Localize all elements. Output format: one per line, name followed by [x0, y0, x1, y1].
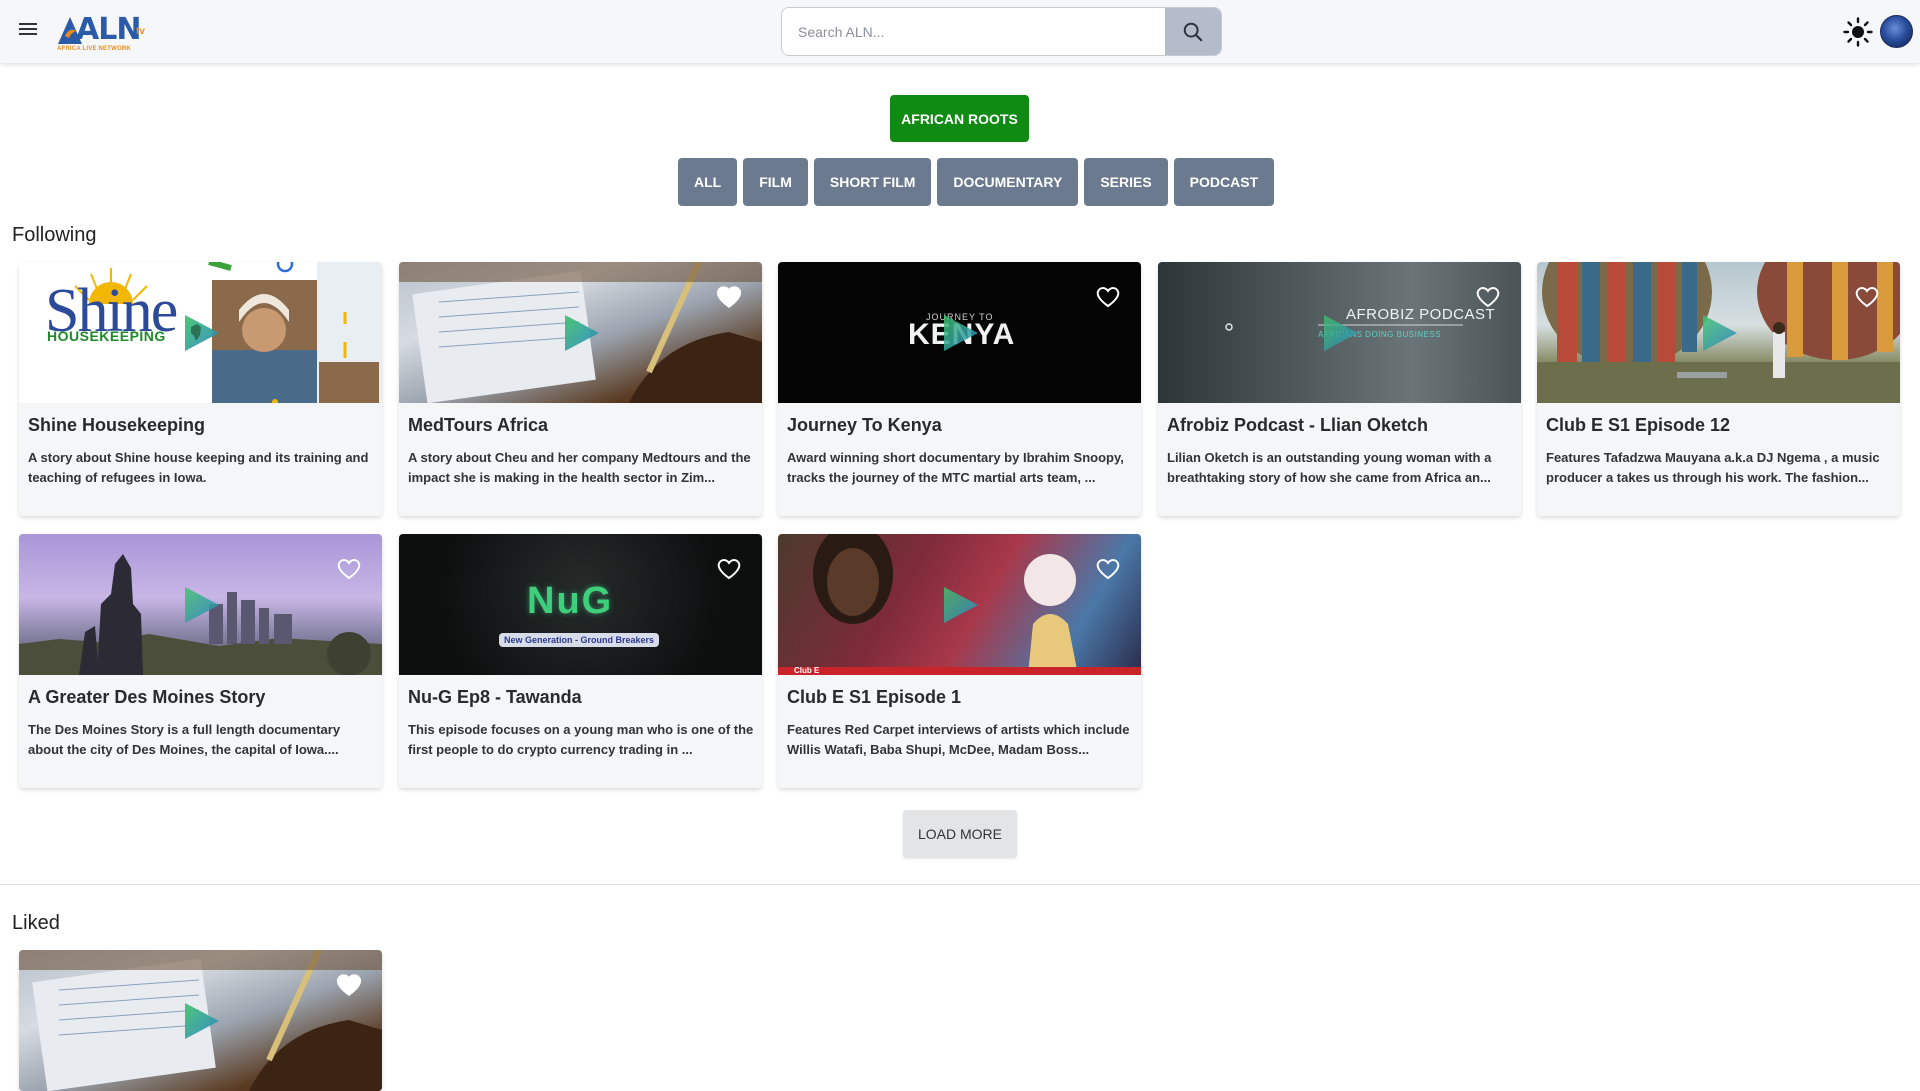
video-description: Features Red Carpet interviews of artist… — [787, 722, 1130, 757]
search-input[interactable] — [782, 8, 1166, 55]
thumbnail-subtitle-text: New Generation - Ground Breakers — [499, 633, 659, 647]
video-card[interactable]: Club E S1 Episode 12 Features Tafadzwa M… — [1537, 262, 1900, 516]
video-card[interactable]: A Greater Des Moines Story The Des Moine… — [19, 534, 382, 788]
avatar[interactable] — [1880, 15, 1913, 48]
play-icon[interactable] — [938, 583, 982, 627]
video-thumbnail: Club E — [778, 534, 1141, 675]
heart-outline-icon[interactable] — [1854, 285, 1880, 309]
video-title[interactable]: Club E S1 Episode 12 — [1546, 415, 1730, 436]
video-title[interactable]: Journey To Kenya — [787, 415, 942, 436]
video-thumbnail — [1537, 262, 1900, 403]
play-icon[interactable] — [559, 311, 603, 355]
top-app-bar: ALN tv AFRICA LIVE NETWORK — [0, 0, 1920, 63]
video-card[interactable]: Shine HOUSEKEEPING Shine Housekeeping A … — [19, 262, 382, 516]
video-description: This episode focuses on a young man who … — [408, 722, 754, 757]
aln-logo[interactable]: ALN tv AFRICA LIVE NETWORK — [54, 12, 154, 52]
category-documentary-button[interactable]: DOCUMENTARY — [937, 158, 1079, 206]
heart-outline-icon[interactable] — [1475, 285, 1501, 309]
video-card[interactable]: JOURNEY TO KENYA Journey To Kenya Award … — [778, 262, 1141, 516]
play-icon[interactable] — [179, 583, 223, 627]
search-button[interactable] — [1165, 8, 1221, 55]
hamburger-icon[interactable] — [16, 20, 40, 44]
category-filter-bar: ALL FILM SHORT FILM DOCUMENTARY SERIES P… — [678, 158, 1275, 206]
category-series-button[interactable]: SERIES — [1084, 158, 1168, 206]
thumbnail-title-text: NuG — [527, 580, 614, 622]
heart-outline-icon[interactable] — [1095, 285, 1121, 309]
video-card[interactable]: MedTours Africa A story about Cheu and h… — [399, 262, 762, 516]
video-description: Features Tafadzwa Mauyana a.k.a DJ Ngema… — [1546, 450, 1880, 485]
play-icon[interactable] — [1697, 311, 1741, 355]
heart-outline-icon[interactable] — [336, 557, 362, 581]
following-section-title: Following — [12, 224, 97, 246]
video-description: The Des Moines Story is a full length do… — [28, 722, 341, 757]
section-divider — [0, 884, 1920, 885]
thumbnail-subtitle-text: Club E — [794, 666, 820, 675]
category-podcast-button[interactable]: PODCAST — [1173, 158, 1275, 206]
thumbnail-title-text: AFROBIZ PODCAST — [1346, 306, 1496, 323]
video-title[interactable]: Shine Housekeeping — [28, 415, 205, 436]
logo-tagline: AFRICA LIVE NETWORK — [57, 46, 131, 52]
category-film-button[interactable]: FILM — [743, 158, 808, 206]
video-title[interactable]: Afrobiz Podcast - Llian Oketch — [1167, 415, 1428, 436]
logo-tld: tv — [136, 26, 145, 37]
video-thumbnail — [399, 262, 762, 403]
video-card[interactable]: AFROBIZ PODCAST AFRICANS DOING BUSINESS … — [1158, 262, 1521, 516]
video-thumbnail: JOURNEY TO KENYA — [778, 262, 1141, 403]
thumbnail-subtitle-text: HOUSEKEEPING — [47, 328, 166, 344]
video-title[interactable]: MedTours Africa — [408, 415, 548, 436]
video-thumbnail: NuG New Generation - Ground Breakers — [399, 534, 762, 675]
search-icon — [1183, 22, 1203, 41]
video-title[interactable]: Nu-G Ep8 - Tawanda — [408, 687, 582, 708]
sun-icon[interactable] — [1843, 17, 1873, 47]
heart-outline-icon[interactable] — [716, 557, 742, 581]
play-icon[interactable] — [1318, 311, 1362, 355]
category-all-button[interactable]: ALL — [678, 158, 738, 206]
african-roots-button[interactable]: AFRICAN ROOTS — [890, 95, 1029, 142]
search-bar — [781, 7, 1222, 56]
video-thumbnail: Shine HOUSEKEEPING — [19, 262, 382, 403]
video-description: Award winning short documentary by Ibrah… — [787, 450, 1124, 485]
heart-icon[interactable] — [716, 285, 742, 309]
play-icon[interactable] — [179, 999, 223, 1043]
liked-section-title: Liked — [12, 912, 60, 934]
video-thumbnail — [19, 534, 382, 675]
video-description: Lilian Oketch is an outstanding young wo… — [1167, 450, 1492, 485]
heart-outline-icon[interactable] — [1095, 557, 1121, 581]
video-description: A story about Cheu and her company Medto… — [408, 450, 751, 485]
video-card[interactable]: NuG New Generation - Ground Breakers Nu-… — [399, 534, 762, 788]
video-thumbnail — [19, 950, 382, 1091]
video-description: A story about Shine house keeping and it… — [28, 450, 369, 485]
load-more-button[interactable]: LOAD MORE — [903, 810, 1017, 858]
video-thumbnail: AFROBIZ PODCAST AFRICANS DOING BUSINESS — [1158, 262, 1521, 403]
logo-text: ALN — [76, 12, 141, 47]
play-icon[interactable] — [938, 311, 982, 355]
video-card[interactable]: Club E Club E S1 Episode 1 Features Red … — [778, 534, 1141, 788]
heart-icon[interactable] — [336, 973, 362, 997]
play-icon[interactable] — [179, 311, 223, 355]
category-short-film-button[interactable]: SHORT FILM — [813, 158, 932, 206]
video-card[interactable] — [19, 950, 382, 1091]
video-title[interactable]: Club E S1 Episode 1 — [787, 687, 961, 708]
video-title[interactable]: A Greater Des Moines Story — [28, 687, 265, 708]
